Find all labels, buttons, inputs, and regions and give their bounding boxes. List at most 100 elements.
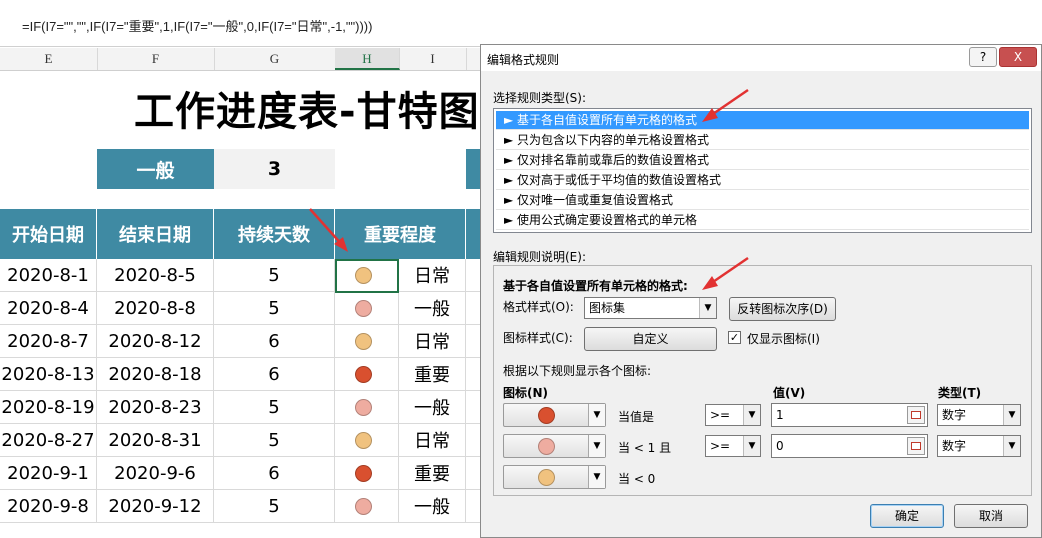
- column-header-i[interactable]: I: [399, 48, 467, 70]
- chevron-down-icon[interactable]: ▼: [699, 298, 716, 318]
- cell-end[interactable]: 2020-8-23: [97, 391, 214, 424]
- header-start-date[interactable]: 开始日期: [0, 209, 97, 259]
- icon-style-select[interactable]: 自定义: [584, 327, 717, 351]
- rule-type-item[interactable]: ► 仅对唯一值或重复值设置格式: [496, 191, 1029, 210]
- icon-picker-1[interactable]: ▼: [503, 403, 606, 427]
- cell-importance-icon[interactable]: [335, 424, 399, 457]
- cell-start[interactable]: 2020-8-13: [0, 358, 97, 391]
- column-header-e[interactable]: E: [0, 48, 98, 70]
- column-header-h[interactable]: H: [335, 48, 400, 70]
- chevron-down-icon[interactable]: ▼: [588, 466, 605, 488]
- cell-days[interactable]: 5: [214, 490, 335, 523]
- rule-type-item[interactable]: ► 使用公式确定要设置格式的单元格: [496, 211, 1029, 230]
- chevron-down-icon[interactable]: ▼: [1003, 436, 1020, 456]
- cell-importance-level[interactable]: 一般: [399, 490, 466, 523]
- cell-days[interactable]: 6: [214, 358, 335, 391]
- cell-start[interactable]: 2020-8-19: [0, 391, 97, 424]
- rule-1-value-input[interactable]: 1: [771, 403, 928, 427]
- cell-start[interactable]: 2020-9-8: [0, 490, 97, 523]
- chevron-down-icon[interactable]: ▼: [743, 436, 760, 456]
- rule-type-item[interactable]: ► 仅对高于或低于平均值的数值设置格式: [496, 171, 1029, 190]
- header-duration[interactable]: 持续天数: [214, 209, 335, 259]
- cell-extra[interactable]: [466, 358, 480, 391]
- chevron-down-icon[interactable]: ▼: [588, 435, 605, 457]
- cell-extra[interactable]: [466, 325, 480, 358]
- cell-importance-icon[interactable]: [335, 292, 399, 325]
- cell-days[interactable]: 6: [214, 457, 335, 490]
- rule-2-operator-select[interactable]: >= ▼: [705, 435, 761, 457]
- rule-type-item[interactable]: ► 基于各自值设置所有单元格的格式: [496, 111, 1029, 130]
- cancel-button[interactable]: 取消: [954, 504, 1028, 528]
- cell-importance-level[interactable]: 日常: [399, 259, 466, 292]
- icon-picker-3[interactable]: ▼: [503, 465, 606, 489]
- cell-end[interactable]: 2020-8-12: [97, 325, 214, 358]
- cell-start[interactable]: 2020-8-4: [0, 292, 97, 325]
- cell-start[interactable]: 2020-8-27: [0, 424, 97, 457]
- range-select-icon[interactable]: [907, 406, 925, 424]
- dialog-titlebar[interactable]: 编辑格式规则 ? X: [481, 45, 1041, 71]
- cell-days[interactable]: 5: [214, 259, 335, 292]
- summary-right-cell[interactable]: [466, 149, 480, 189]
- rule-1-type-select[interactable]: 数字 ▼: [937, 404, 1021, 426]
- cell-end[interactable]: 2020-8-31: [97, 424, 214, 457]
- cell-start[interactable]: 2020-8-1: [0, 259, 97, 292]
- cell-importance-level[interactable]: 重要: [399, 358, 466, 391]
- rule-type-item[interactable]: ► 只为包含以下内容的单元格设置格式: [496, 131, 1029, 150]
- rule-1-operator-select[interactable]: >= ▼: [705, 404, 761, 426]
- cell-importance-level[interactable]: 一般: [399, 391, 466, 424]
- chevron-down-icon[interactable]: ▼: [588, 404, 605, 426]
- reverse-icon-order-button[interactable]: 反转图标次序(D): [729, 297, 836, 321]
- cell-importance-icon[interactable]: [335, 325, 399, 358]
- rule-type-item[interactable]: ► 仅对排名靠前或靠后的数值设置格式: [496, 151, 1029, 170]
- summary-label-cell[interactable]: 一般: [97, 149, 214, 189]
- cell-end[interactable]: 2020-9-12: [97, 490, 214, 523]
- cell-importance-level[interactable]: 重要: [399, 457, 466, 490]
- format-style-select[interactable]: 图标集 ▼: [584, 297, 717, 319]
- header-end-date[interactable]: 结束日期: [97, 209, 214, 259]
- help-button[interactable]: ?: [969, 47, 997, 67]
- icon-picker-2[interactable]: ▼: [503, 434, 606, 458]
- cell-extra[interactable]: [466, 424, 480, 457]
- show-icon-only-checkbox[interactable]: ✓: [728, 331, 741, 344]
- cell-end[interactable]: 2020-8-18: [97, 358, 214, 391]
- close-button[interactable]: X: [999, 47, 1037, 67]
- header-importance[interactable]: 重要程度: [335, 209, 466, 259]
- rule-2-value-input[interactable]: 0: [771, 434, 928, 458]
- chevron-down-icon[interactable]: ▼: [743, 405, 760, 425]
- cell-end[interactable]: 2020-8-5: [97, 259, 214, 292]
- icon-style-label: 图标样式(C):: [503, 331, 573, 345]
- cell-extra[interactable]: [466, 292, 480, 325]
- cell-importance-icon[interactable]: [335, 391, 399, 424]
- cell-extra[interactable]: [466, 457, 480, 490]
- header-extra[interactable]: [466, 209, 480, 259]
- column-label-type: 类型(T): [938, 386, 982, 400]
- cell-days[interactable]: 5: [214, 424, 335, 457]
- cell-importance-icon[interactable]: [335, 490, 399, 523]
- summary-value-cell[interactable]: 3: [214, 149, 335, 189]
- column-header-g[interactable]: G: [214, 48, 336, 70]
- ok-button[interactable]: 确定: [870, 504, 944, 528]
- formula-text[interactable]: =IF(I7="","",IF(I7="重要",1,IF(I7="一般",0,I…: [22, 16, 372, 35]
- cell-extra[interactable]: [466, 259, 480, 292]
- cell-importance-icon[interactable]: [335, 457, 399, 490]
- rule-type-list[interactable]: ► 基于各自值设置所有单元格的格式 ► 只为包含以下内容的单元格设置格式 ► 仅…: [493, 108, 1032, 233]
- cell-days[interactable]: 6: [214, 325, 335, 358]
- cell-extra[interactable]: [466, 490, 480, 523]
- range-select-icon[interactable]: [907, 437, 925, 455]
- cell-end[interactable]: 2020-8-8: [97, 292, 214, 325]
- cell-days[interactable]: 5: [214, 292, 335, 325]
- column-header-f[interactable]: F: [97, 48, 215, 70]
- cell-importance-icon[interactable]: [335, 358, 399, 391]
- rule-2-type-select[interactable]: 数字 ▼: [937, 435, 1021, 457]
- cell-days[interactable]: 5: [214, 391, 335, 424]
- cell-importance-level[interactable]: 一般: [399, 292, 466, 325]
- cell-importance-icon[interactable]: [335, 259, 399, 292]
- cell-end[interactable]: 2020-9-6: [97, 457, 214, 490]
- chevron-down-icon[interactable]: ▼: [1003, 405, 1020, 425]
- cell-start[interactable]: 2020-8-7: [0, 325, 97, 358]
- cell-extra[interactable]: [466, 391, 480, 424]
- cell-importance-level[interactable]: 日常: [399, 325, 466, 358]
- formula-bar[interactable]: =IF(I7="","",IF(I7="重要",1,IF(I7="一般",0,I…: [0, 0, 1042, 47]
- cell-start[interactable]: 2020-9-1: [0, 457, 97, 490]
- cell-importance-level[interactable]: 日常: [399, 424, 466, 457]
